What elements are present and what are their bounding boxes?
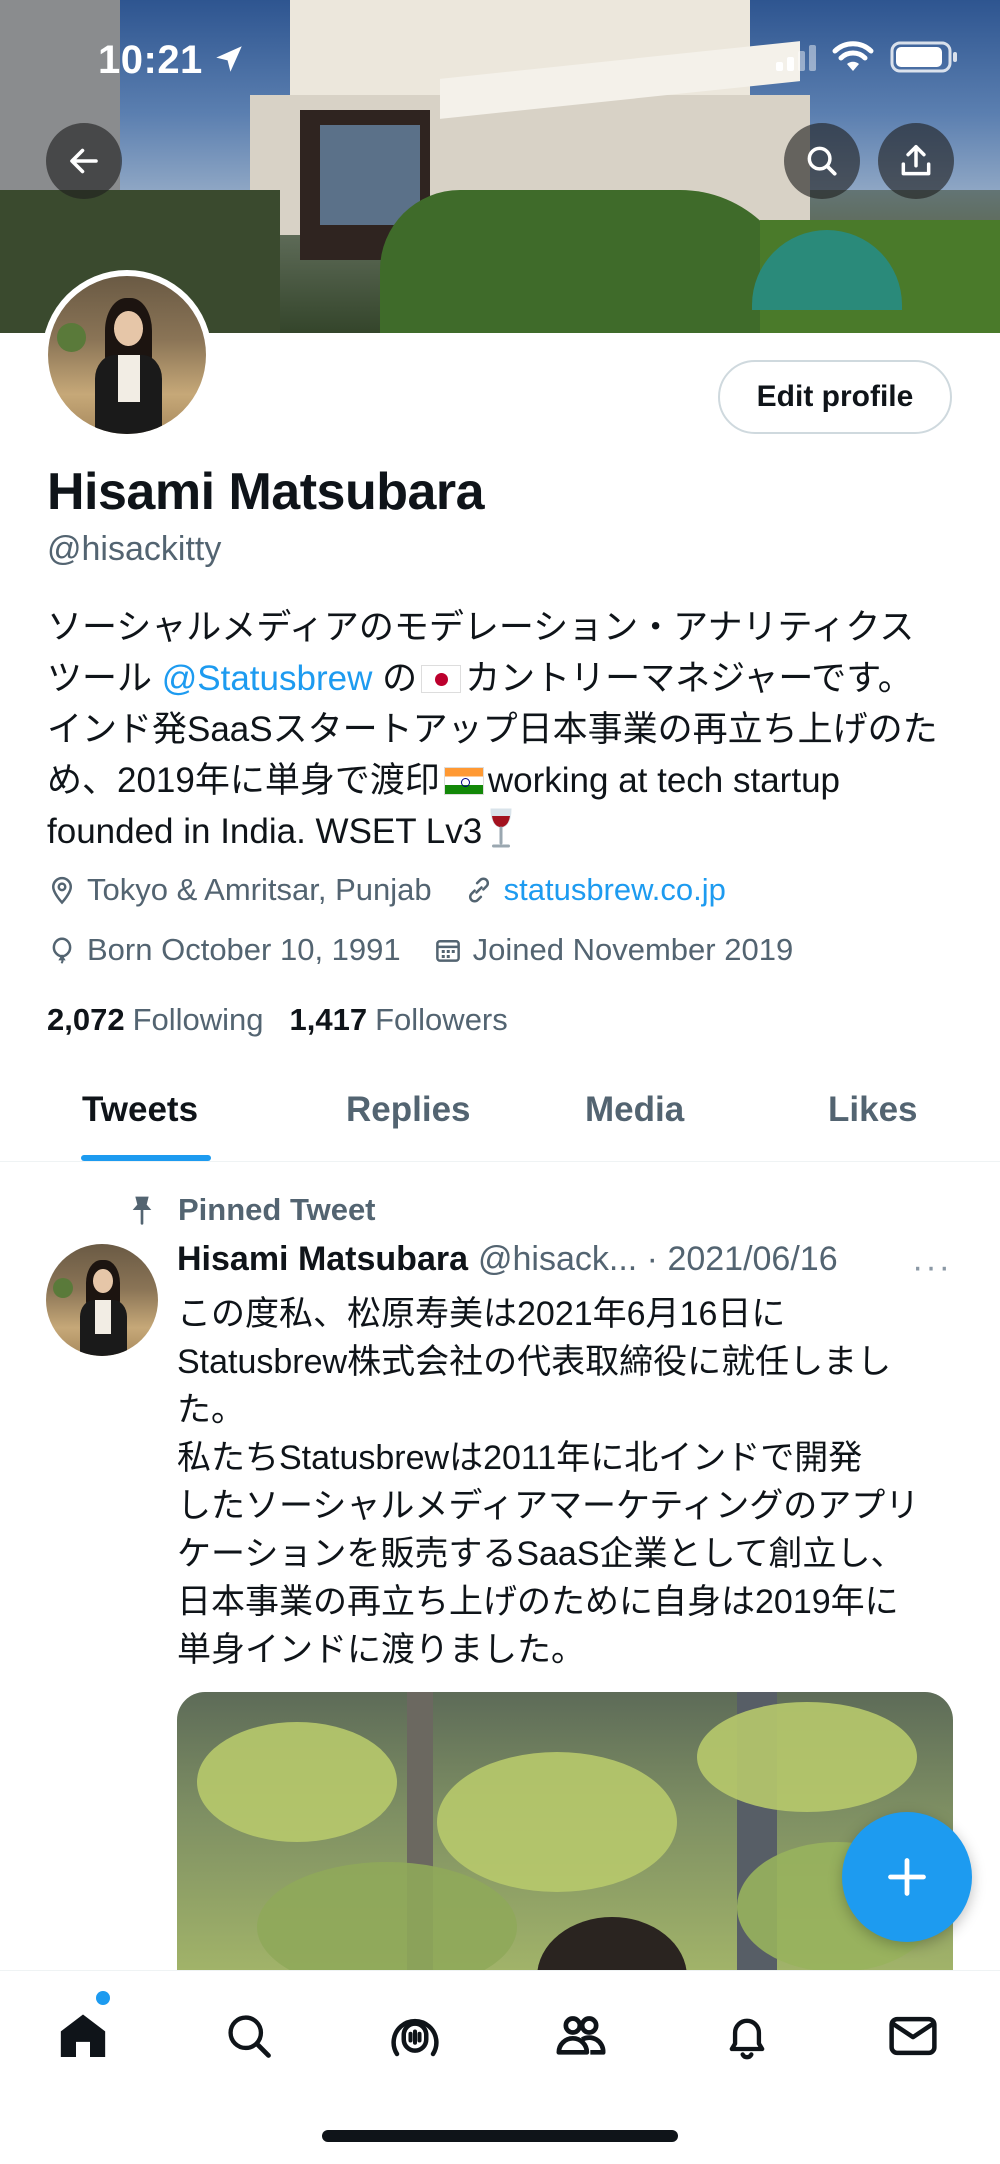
cellular-signal-icon: [776, 43, 816, 71]
nav-home[interactable]: [48, 2001, 118, 2071]
location-item: Tokyo & Amritsar, Punjab: [47, 872, 432, 908]
nav-notifications[interactable]: [712, 2001, 782, 2071]
active-tab-indicator: [81, 1155, 211, 1161]
followers-count: 1,417: [289, 1002, 368, 1037]
display-name: Hisami Matsubara: [47, 463, 485, 521]
wifi-icon: [832, 41, 874, 71]
profile-avatar[interactable]: [42, 270, 212, 440]
joined-item: Joined November 2019: [433, 932, 794, 968]
bio-line: インド発SaaSスタートアップ日本事業の再立ち上げのた: [47, 710, 938, 749]
search-button[interactable]: [784, 123, 860, 199]
avatar-photo: [48, 276, 206, 434]
nav-communities[interactable]: [546, 2001, 616, 2071]
more-options-icon[interactable]: ···: [912, 1248, 952, 1287]
spaces-icon: [391, 2018, 439, 2057]
tweet-line: 私たちStatusbrewは2011年に北インドで開発: [177, 1439, 863, 1477]
avatar-photo: [46, 1244, 158, 1356]
bio-line: め、2019年に単身で渡印 working at tech startup: [47, 761, 840, 800]
tweet-media-image[interactable]: [177, 1692, 953, 1992]
followers-link[interactable]: 1,417 Followers: [290, 1002, 508, 1038]
notifications-icon: [729, 2018, 765, 2060]
tweet-author-meta: @hisack... · 2021/06/16: [478, 1240, 838, 1278]
tweet-line: したソーシャルメディアマーケティングのアプリ: [177, 1487, 920, 1525]
wine-glass-icon: [490, 808, 512, 848]
nav-search[interactable]: [214, 2001, 284, 2071]
location-text: Tokyo & Amritsar, Punjab: [87, 872, 432, 907]
bio-line: ツール @Statusbrew のカントリーマネジャーです。: [47, 659, 913, 698]
compose-tweet-button[interactable]: [842, 1812, 972, 1942]
tweet-line: 単身インドに渡りました。: [177, 1631, 585, 1669]
profile-meta-row: Tokyo & Amritsar, Punjab statusbrew.co.j…: [47, 872, 758, 908]
messages-icon: [889, 2016, 937, 2056]
tab-media[interactable]: Media: [585, 1090, 684, 1130]
pin-icon: [132, 1196, 152, 1225]
profile-bio: ソーシャルメディアのモデレーション・アナリティクス ツール @Statusbre…: [47, 602, 967, 857]
home-unread-dot: [96, 1991, 110, 2005]
website-link[interactable]: statusbrew.co.jp: [504, 872, 726, 908]
followers-label: Followers: [375, 1002, 508, 1037]
tweet-text: この度私、松原寿美は2021年6月16日に Statusbrew株式会社の代表取…: [177, 1290, 967, 1674]
pinned-tweet-label: Pinned Tweet: [128, 1192, 376, 1228]
back-button[interactable]: [46, 123, 122, 199]
profile-meta-row: Born October 10, 1991 Joined November 20…: [47, 932, 825, 968]
tweet-line: この度私、松原寿美は2021年6月16日に: [177, 1295, 786, 1333]
communities-icon: [556, 2016, 606, 2055]
joined-text: Joined November 2019: [472, 932, 794, 967]
following-count: 2,072: [47, 1002, 125, 1037]
status-time: 10:21: [98, 38, 203, 82]
website-item[interactable]: statusbrew.co.jp: [464, 872, 726, 908]
india-flag-icon: [443, 767, 484, 795]
tab-likes[interactable]: Likes: [828, 1090, 918, 1130]
edit-profile-button[interactable]: Edit profile: [718, 360, 952, 434]
location-arrow-icon: [216, 46, 242, 72]
tab-replies[interactable]: Replies: [346, 1090, 471, 1130]
bio-line: founded in India. WSET Lv3: [47, 806, 967, 857]
arrow-left-icon: [70, 148, 98, 174]
plus-icon: [888, 1858, 926, 1896]
tweet-author-name[interactable]: Hisami Matsubara: [177, 1240, 468, 1279]
balloon-icon: [52, 937, 72, 964]
status-indicators: [776, 40, 960, 74]
calendar-icon: [435, 940, 460, 962]
search-icon: [807, 146, 837, 176]
home-icon: [60, 2014, 106, 2057]
profile-tabs: Tweets Replies Media Likes: [0, 1072, 1000, 1162]
tweet-line: Statusbrew株式会社の代表取締役に就任しまし: [177, 1343, 892, 1381]
tweet-line: た。: [177, 1391, 245, 1429]
tweet-line: ケーションを販売するSaaS企業として創立し、: [177, 1535, 905, 1573]
battery-icon: [890, 41, 957, 73]
share-button[interactable]: [878, 123, 954, 199]
follow-stats: 2,072 Following 1,417 Followers: [47, 1002, 534, 1038]
tweet-line: 日本事業の再立ち上げのために自身は2019年に: [177, 1583, 899, 1621]
search-icon: [228, 2015, 271, 2058]
following-label: Following: [132, 1002, 264, 1037]
following-link[interactable]: 2,072 Following: [47, 1002, 264, 1038]
nav-messages[interactable]: [878, 2001, 948, 2071]
location-pin-icon: [51, 876, 73, 905]
tweet-author-avatar[interactable]: [46, 1244, 158, 1356]
link-icon: [468, 877, 489, 903]
tab-tweets[interactable]: Tweets: [82, 1090, 198, 1130]
statusbrew-mention-link[interactable]: @Statusbrew: [162, 659, 373, 698]
nav-spaces[interactable]: [380, 2001, 450, 2071]
home-indicator: [322, 2130, 678, 2142]
bio-line: ソーシャルメディアのモデレーション・アナリティクス: [47, 608, 915, 647]
share-icon: [901, 145, 931, 176]
japan-flag-icon: [421, 665, 462, 693]
user-handle: @hisackitty: [47, 530, 222, 568]
birthday-item: Born October 10, 1991: [47, 932, 401, 968]
tweet-header: Hisami Matsubara @hisack... · 2021/06/16: [177, 1240, 838, 1279]
birthday-text: Born October 10, 1991: [87, 932, 401, 967]
